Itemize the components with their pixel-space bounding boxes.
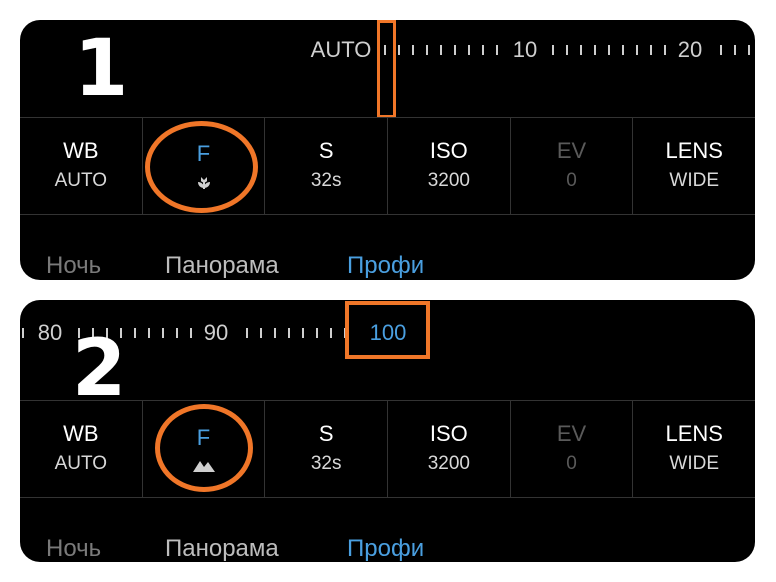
highlight-marker-frame: [377, 20, 396, 118]
manual-controls-bar: WB AUTO F S 32s ISO 3200 EV 0 LENS WIDE: [20, 400, 755, 498]
lens-title: LENS: [665, 138, 723, 163]
shutter-value: 32s: [310, 170, 342, 191]
ruler-tick: [496, 45, 498, 55]
mode-night[interactable]: Ночь: [46, 535, 101, 562]
highlight-selected-value: [345, 301, 430, 359]
ruler-tick: [440, 45, 442, 55]
wb-control[interactable]: WB AUTO: [20, 118, 143, 214]
ruler-tick: [162, 328, 164, 338]
camera-panel-step-2: 80 90 100 2 WB AUTO F S 32s ISO 3200 EV …: [20, 300, 755, 562]
ruler-tick: [22, 328, 24, 338]
ruler-label-auto[interactable]: AUTO: [311, 37, 372, 63]
ev-title: EV: [556, 138, 587, 163]
ruler-tick: [636, 45, 638, 55]
ruler-tick: [720, 45, 722, 55]
mode-pro[interactable]: Профи: [347, 252, 424, 280]
mode-night[interactable]: Ночь: [46, 252, 101, 280]
ruler-tick: [274, 328, 276, 338]
wb-control[interactable]: WB AUTO: [20, 401, 143, 497]
shutter-control[interactable]: S 32s: [265, 401, 389, 497]
ruler-tick: [454, 45, 456, 55]
ruler-tick: [288, 328, 290, 338]
step-number: 2: [72, 324, 127, 414]
ruler-tick: [748, 45, 750, 55]
ruler-tick: [260, 328, 262, 338]
wb-value: AUTO: [54, 453, 108, 474]
ruler-tick: [664, 45, 666, 55]
ruler-tick: [734, 45, 736, 55]
iso-title: ISO: [429, 138, 468, 163]
lens-title: LENS: [665, 421, 723, 446]
ruler-tick: [482, 45, 484, 55]
wb-title: WB: [63, 421, 99, 446]
wb-title: WB: [63, 138, 99, 163]
shutter-title: S: [318, 138, 334, 163]
ruler-tick: [190, 328, 192, 338]
ruler-tick: [426, 45, 428, 55]
lens-value: WIDE: [669, 453, 719, 474]
ruler-tick: [594, 45, 596, 55]
highlight-focus-circle: [155, 404, 253, 492]
ruler-tick: [566, 45, 568, 55]
ruler-tick: [148, 328, 150, 338]
lens-value: WIDE: [669, 170, 719, 191]
camera-panel-step-1: AUTO 10 20 1 WB AUTO F S 32s ISO 3200 EV: [20, 20, 755, 280]
ruler-tick: [246, 328, 248, 338]
ruler-tick: [552, 45, 554, 55]
ev-value: 0: [566, 453, 577, 474]
ruler-label-10[interactable]: 10: [513, 37, 537, 63]
ruler-tick: [468, 45, 470, 55]
ruler-tick: [412, 45, 414, 55]
wb-value: AUTO: [54, 170, 108, 191]
ev-control[interactable]: EV 0: [511, 118, 634, 214]
ruler-tick: [302, 328, 304, 338]
ruler-tick: [330, 328, 332, 338]
ruler-tick: [622, 45, 624, 55]
lens-control[interactable]: LENS WIDE: [633, 118, 755, 214]
ruler-tick: [134, 328, 136, 338]
iso-title: ISO: [429, 421, 468, 446]
ev-control[interactable]: EV 0: [511, 401, 634, 497]
ev-title: EV: [556, 421, 587, 446]
mode-panorama[interactable]: Панорама: [165, 535, 279, 562]
ruler-label-80[interactable]: 80: [38, 320, 62, 346]
ruler-tick: [398, 45, 400, 55]
iso-control[interactable]: ISO 3200: [388, 118, 511, 214]
ruler-label-90[interactable]: 90: [204, 320, 228, 346]
highlight-focus-circle: [145, 121, 258, 213]
iso-value: 3200: [427, 170, 470, 191]
ruler-tick: [176, 328, 178, 338]
shutter-control[interactable]: S 32s: [265, 118, 389, 214]
lens-control[interactable]: LENS WIDE: [633, 401, 755, 497]
ruler-tick: [580, 45, 582, 55]
manual-controls-bar: WB AUTO F S 32s ISO 3200 EV 0 LENS WIDE: [20, 117, 755, 215]
ruler-tick: [316, 328, 318, 338]
ruler-tick: [650, 45, 652, 55]
ruler-tick: [608, 45, 610, 55]
mode-panorama[interactable]: Панорама: [165, 252, 279, 280]
ruler-label-20[interactable]: 20: [678, 37, 702, 63]
iso-value: 3200: [427, 453, 470, 474]
shutter-value: 32s: [310, 453, 342, 474]
step-number: 1: [74, 24, 129, 114]
shutter-title: S: [318, 421, 334, 446]
ev-value: 0: [566, 170, 577, 191]
mode-pro[interactable]: Профи: [347, 535, 424, 562]
iso-control[interactable]: ISO 3200: [388, 401, 511, 497]
